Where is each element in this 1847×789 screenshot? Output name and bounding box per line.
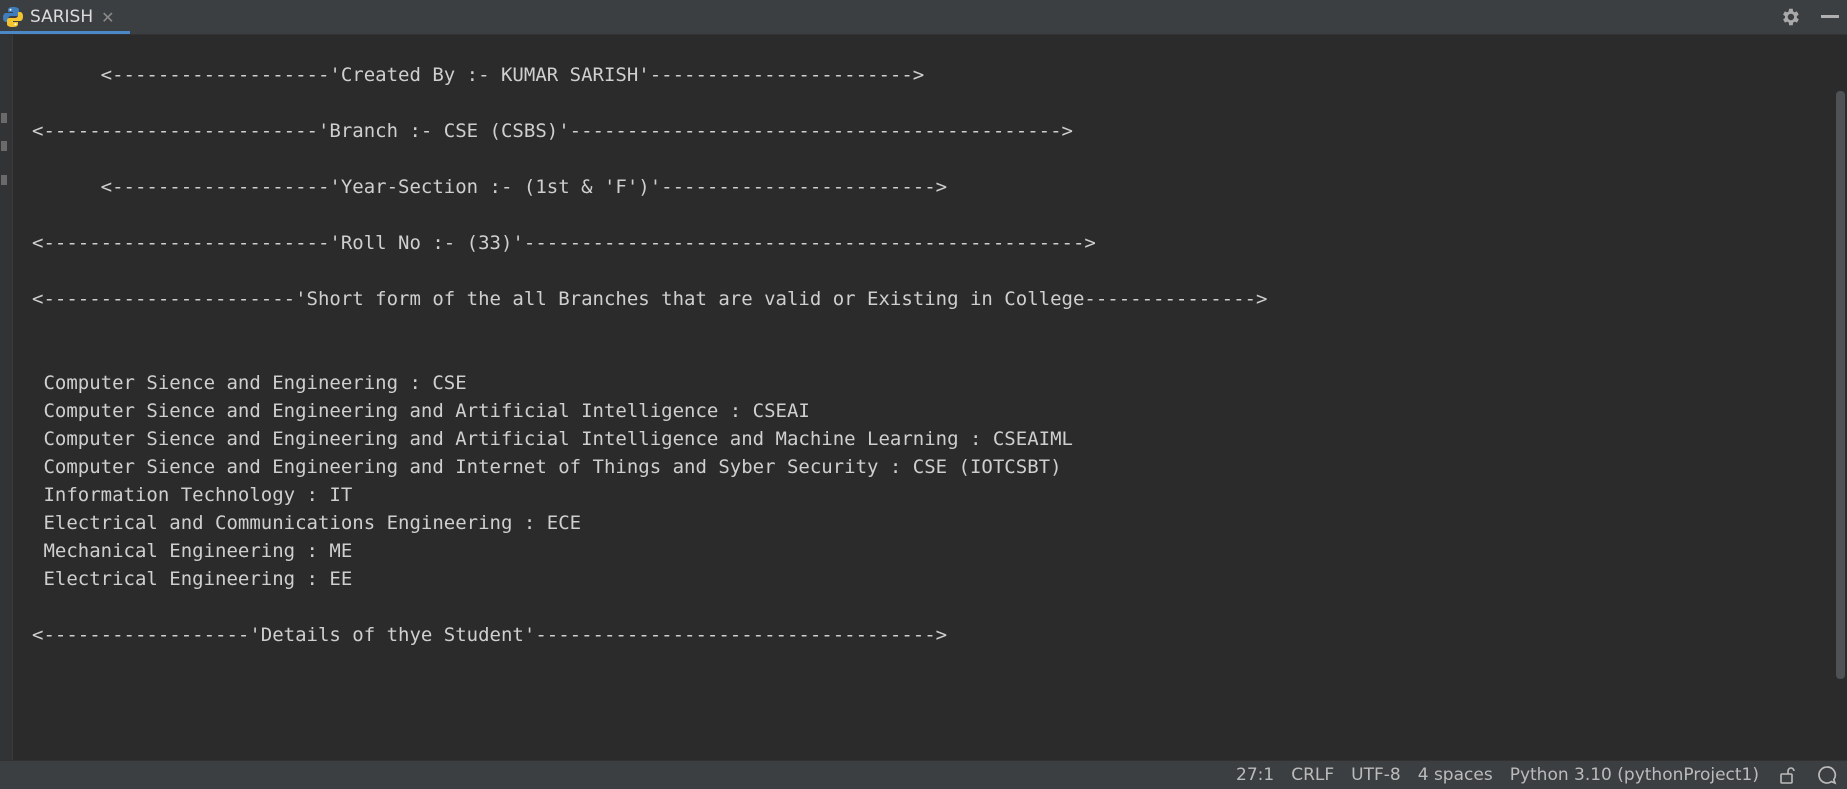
console-line: Electrical and Communications Engineerin…	[32, 512, 582, 534]
tool-window-icon[interactable]	[1, 113, 7, 123]
active-tab-indicator	[0, 31, 130, 34]
console-line: Computer Sience and Engineering and Arti…	[32, 400, 810, 422]
top-toolbar: SARISH ✕	[0, 0, 1847, 35]
console-line: Mechanical Engineering : ME	[32, 540, 353, 562]
caret-position[interactable]: 27:1	[1236, 765, 1274, 785]
console-line: <------------------------'Branch :- CSE …	[32, 120, 1073, 142]
console-line: <-------------------'Year-Section :- (1s…	[32, 176, 948, 198]
gear-icon[interactable]	[1779, 6, 1801, 28]
console-line: <-------------------'Created By :- KUMAR…	[32, 64, 925, 86]
python-icon	[3, 7, 23, 27]
vertical-scrollbar[interactable]	[1833, 35, 1847, 761]
console-output[interactable]: <-------------------'Created By :- KUMAR…	[12, 35, 1832, 761]
tool-window-icon[interactable]	[1, 175, 7, 185]
console-line: Computer Sience and Engineering and Arti…	[32, 428, 1073, 450]
indent-setting[interactable]: 4 spaces	[1418, 765, 1493, 785]
tab-sarish[interactable]: SARISH ✕	[0, 0, 130, 34]
status-bar: 27:1 CRLF UTF-8 4 spaces Python 3.10 (py…	[0, 760, 1847, 789]
python-interpreter[interactable]: Python 3.10 (pythonProject1)	[1510, 765, 1759, 785]
minimize-icon[interactable]	[1821, 15, 1839, 18]
console-line: Information Technology : IT	[32, 484, 353, 506]
console-line: Computer Sience and Engineering and Inte…	[32, 456, 1062, 478]
console-line: Electrical Engineering : EE	[32, 568, 353, 590]
lock-icon[interactable]	[1779, 766, 1797, 784]
console-line: <-------------------------'Roll No :- (3…	[32, 232, 1096, 254]
scrollbar-thumb[interactable]	[1836, 91, 1845, 679]
tool-window-icon[interactable]	[1, 141, 7, 151]
close-icon[interactable]: ✕	[101, 8, 114, 27]
tab-label: SARISH	[30, 7, 94, 27]
console-line: <----------------------'Short form of th…	[32, 288, 1268, 310]
console-line: <------------------'Details of thye Stud…	[32, 624, 948, 646]
file-encoding[interactable]: UTF-8	[1351, 765, 1401, 785]
chat-icon[interactable]	[1817, 765, 1837, 785]
console-line: Computer Sience and Engineering : CSE	[32, 372, 467, 394]
line-ending[interactable]: CRLF	[1291, 765, 1334, 785]
